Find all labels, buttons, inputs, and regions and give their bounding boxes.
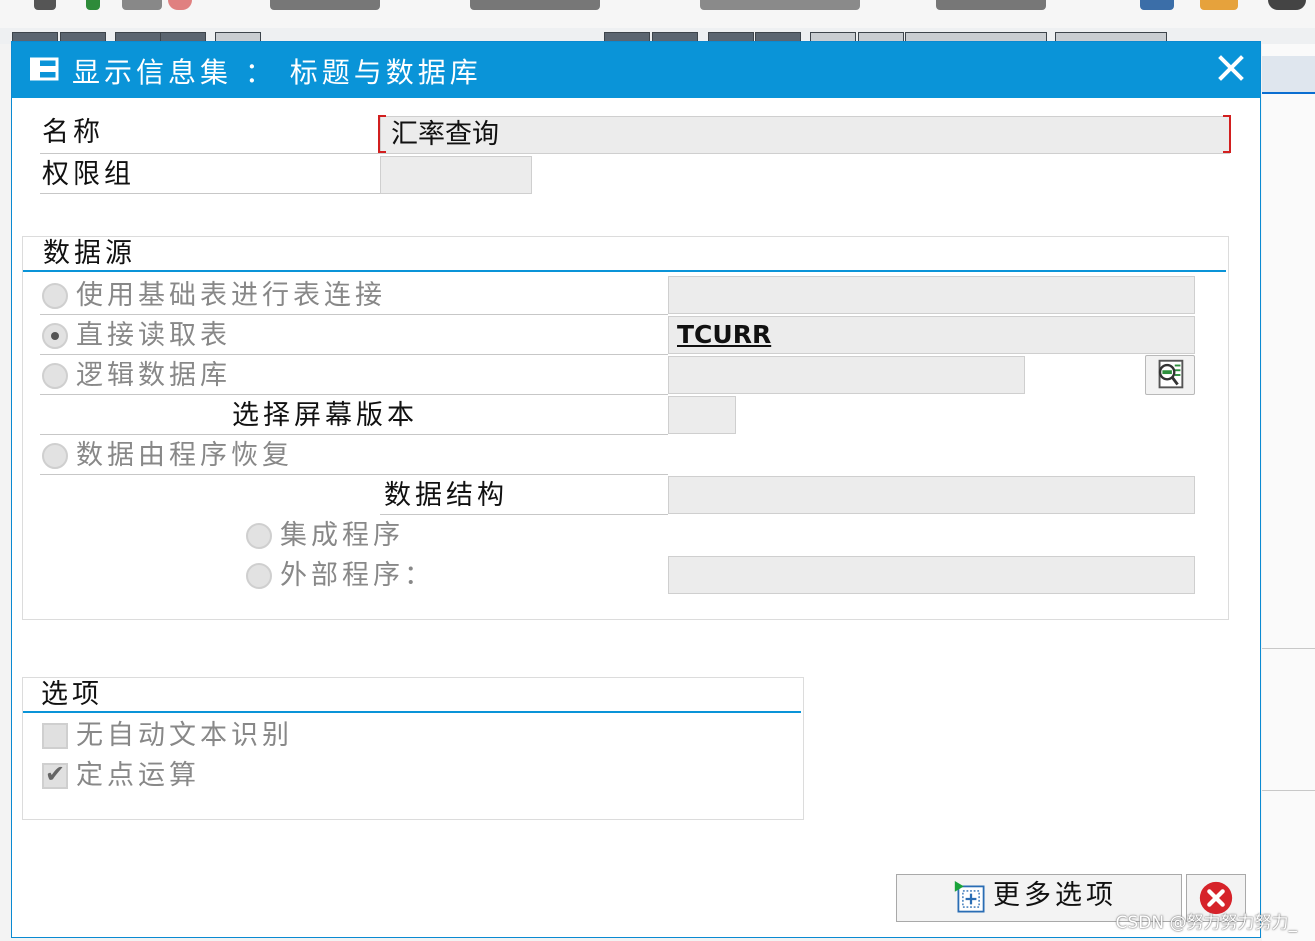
divider [1262,790,1315,791]
direct-read-label: 直接读取表 [76,320,231,351]
radio-logical-db[interactable] [42,363,68,389]
radio-direct-read[interactable] [42,323,68,349]
name-label: 名称 [42,117,104,148]
label-underline [40,314,668,315]
label-underline [380,514,668,515]
background-menu-2[interactable] [470,0,600,10]
fixed-point-label: 定点运算 [76,760,200,791]
more-options-label: 更多选项 [993,880,1117,911]
save-icon[interactable] [86,0,100,10]
divider [1262,648,1315,649]
close-icon[interactable] [1216,53,1246,83]
toolbar-icon[interactable] [122,0,162,10]
background-menu-1[interactable] [270,0,380,10]
display-icon [30,57,59,81]
table-join-label: 使用基础表进行表连接 [76,280,386,311]
checkbox-fixed-point[interactable]: ✔ [42,760,68,789]
label-underline [40,474,668,475]
background-panel-header [1262,56,1315,94]
focus-marker-left [378,115,386,153]
background-toolbar [0,0,1315,29]
background-menu-4[interactable] [936,0,1046,10]
focus-marker-right [1223,115,1231,153]
checkmark-icon: ✔ [45,760,66,788]
info-set-dialog: 显示信息集 ： 标题与数据库 名称 汇率查询 权限组 数据源 使用基础表进行表连… [11,41,1261,938]
label-underline [40,193,380,194]
radio-integrated-program[interactable] [246,523,272,549]
external-program-field[interactable] [668,556,1195,594]
radio-external-program[interactable] [246,563,272,589]
background-panel [1262,44,1315,941]
screen-version-label: 选择屏幕版本 [232,400,418,431]
screen-version-field[interactable] [668,396,736,434]
edit-icon[interactable] [34,0,56,10]
background-menu-3[interactable] [700,0,860,10]
auth-group-label: 权限组 [42,159,135,190]
no-auto-text-label: 无自动文本识别 [76,720,293,751]
checkbox-no-auto-text[interactable] [42,723,68,749]
data-structure-field[interactable] [668,476,1195,514]
direct-read-table-field[interactable]: TCURR [668,316,1195,354]
dialog-titlebar: 显示信息集 ： 标题与数据库 [12,42,1260,98]
radio-program-restore[interactable] [42,443,68,469]
auth-group-field[interactable] [380,156,532,194]
group-rule [23,270,1226,272]
integrated-program-label: 集成程序 [280,520,404,551]
watermark: CSDN @努力努力努力_ [1115,913,1297,933]
label-underline [40,153,380,154]
logical-db-field[interactable] [668,356,1025,394]
layout-icon[interactable] [1200,0,1238,10]
search-help-icon [1158,359,1184,389]
program-restore-label: 数据由程序恢复 [76,440,293,471]
group-rule [23,711,801,713]
label-underline [40,434,668,435]
external-program-label: 外部程序： [280,560,435,591]
options-title: 选项 [41,679,103,710]
help-icon[interactable] [1268,0,1306,10]
table-join-field[interactable] [668,276,1195,314]
table-name-value: TCURR [677,320,772,349]
value-help-button[interactable] [1145,355,1195,395]
data-structure-label: 数据结构 [384,480,508,511]
more-options-icon [954,881,985,913]
radio-table-join[interactable] [42,283,68,309]
name-field[interactable]: 汇率查询 [380,116,1230,154]
label-underline [40,394,668,395]
dialog-title: 显示信息集 ： 标题与数据库 [72,56,482,89]
logical-db-label: 逻辑数据库 [76,360,231,391]
monitor-icon[interactable] [1140,0,1174,10]
label-underline [40,354,668,355]
name-value: 汇率查询 [391,119,499,150]
stop-icon[interactable] [168,0,192,10]
data-source-title: 数据源 [43,238,136,269]
